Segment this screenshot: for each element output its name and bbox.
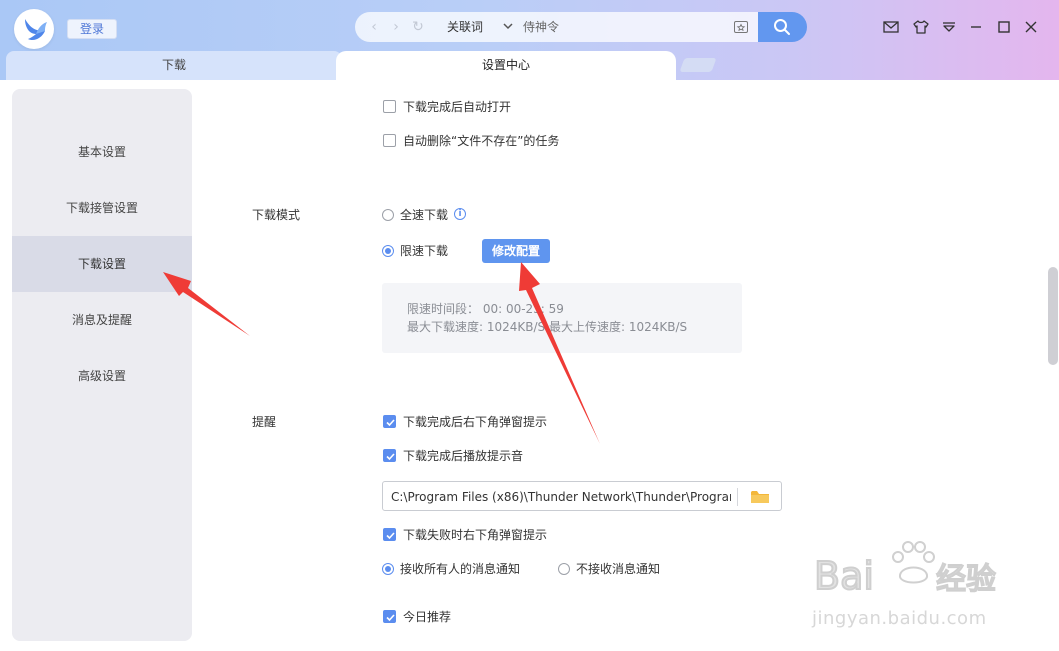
auto-delete-label: 自动删除“文件不存在”的任务 [403, 134, 560, 148]
path-divider [737, 488, 738, 506]
modify-config-button[interactable]: 修改配置 [482, 239, 550, 263]
full-speed-radio[interactable] [382, 209, 394, 221]
tab-download[interactable]: 下载 [6, 51, 342, 80]
svg-text:经验: 经验 [936, 562, 996, 597]
limit-speed-label: 限速下载 [400, 244, 449, 258]
receive-all-radio[interactable] [382, 563, 394, 575]
watermark-url: jingyan.baidu.com [812, 608, 987, 629]
remind-section-label: 提醒 [252, 415, 277, 429]
popup-complete-option[interactable]: 下载完成后右下角弹窗提示 [383, 414, 583, 430]
limit-speed-radio[interactable] [382, 245, 394, 257]
sound-path-input[interactable]: C:\Program Files (x86)\Thunder Network\T… [391, 489, 731, 505]
mode-section-label: 下载模式 [252, 208, 301, 222]
baidu-logo-icon: Bai 经验 [813, 541, 997, 599]
search-input[interactable]: 侍神令 [523, 19, 559, 35]
app-logo [14, 9, 54, 49]
search-button[interactable] [758, 12, 807, 42]
maximize-icon[interactable] [995, 18, 1013, 36]
popup-fail-option[interactable]: 下载失败时右下角弹窗提示 [383, 527, 583, 543]
sidebar-item-basic[interactable]: 基本设置 [12, 124, 192, 180]
sound-complete-label: 下载完成后播放提示音 [403, 449, 524, 463]
info-icon[interactable]: i [454, 208, 466, 220]
limit-speed-option[interactable]: 限速下载 [382, 243, 462, 259]
sidebar-item-takeover[interactable]: 下载接管设置 [12, 180, 192, 236]
popup-fail-checkbox[interactable] [383, 528, 396, 541]
daily-recommend-label: 今日推荐 [403, 610, 452, 624]
sidebar-item-messages[interactable]: 消息及提醒 [12, 292, 192, 348]
auto-delete-option[interactable]: 自动删除“文件不存在”的任务 [383, 133, 623, 149]
sound-complete-checkbox[interactable] [383, 449, 396, 462]
close-icon[interactable] [1022, 18, 1040, 36]
limit-speed-text: 最大下载速度: 1024KB/S 最大上传速度: 1024KB/S [407, 320, 688, 334]
address-bar: ‹ › ↻ 关联词 侍神令 [355, 12, 758, 42]
daily-recommend-checkbox[interactable] [383, 610, 396, 623]
receive-all-label: 接收所有人的消息通知 [400, 562, 521, 576]
receive-none-label: 不接收消息通知 [576, 562, 661, 576]
auto-open-label: 下载完成后自动打开 [403, 100, 512, 114]
full-speed-label: 全速下载 [400, 208, 449, 222]
sidebar-item-advanced[interactable]: 高级设置 [12, 348, 192, 404]
receive-all-option[interactable]: 接收所有人的消息通知 [382, 561, 532, 577]
chevron-down-icon[interactable] [501, 18, 515, 34]
svg-text:Bai: Bai [814, 554, 874, 598]
new-tab-button[interactable] [679, 58, 717, 72]
receive-none-radio[interactable] [558, 563, 570, 575]
daily-recommend-option[interactable]: 今日推荐 [383, 609, 503, 625]
back-icon[interactable]: ‹ [367, 19, 381, 35]
settings-sidebar: 基本设置 下载接管设置 下载设置 消息及提醒 高级设置 [12, 89, 192, 641]
sound-complete-option[interactable]: 下载完成后播放提示音 [383, 448, 583, 464]
bookmark-icon[interactable] [733, 19, 749, 35]
popup-fail-label: 下载失败时右下角弹窗提示 [403, 528, 548, 542]
popup-complete-label: 下载完成后右下角弹窗提示 [403, 415, 548, 429]
skin-icon[interactable] [912, 18, 930, 36]
login-button[interactable]: 登录 [67, 19, 117, 39]
folder-icon[interactable] [750, 489, 770, 505]
forward-icon[interactable]: › [389, 19, 403, 35]
auto-open-option[interactable]: 下载完成后自动打开 [383, 99, 583, 115]
sidebar-item-download[interactable]: 下载设置 [12, 236, 192, 292]
title-bar: 登录 ‹ › ↻ 关联词 侍神令 下载 设置中心 [0, 0, 1059, 80]
menu-icon[interactable] [940, 18, 958, 36]
speed-limit-summary: 限速时间段： 00: 00-23: 59 最大下载速度: 1024KB/S 最大… [382, 283, 742, 353]
tab-settings[interactable]: 设置中心 [336, 51, 676, 80]
limit-period-text: 限速时间段： 00: 00-23: 59 [407, 302, 564, 316]
popup-complete-checkbox[interactable] [383, 415, 396, 428]
baidu-watermark: Bai 经验 jingyan.baidu.com [812, 535, 1012, 630]
minimize-icon[interactable] [967, 18, 985, 36]
receive-none-option[interactable]: 不接收消息通知 [558, 561, 678, 577]
mail-icon[interactable] [882, 18, 900, 36]
full-speed-option[interactable]: 全速下载 [382, 207, 462, 223]
auto-open-checkbox[interactable] [383, 100, 396, 113]
sound-path-field[interactable]: C:\Program Files (x86)\Thunder Network\T… [382, 481, 782, 511]
scrollbar-thumb[interactable] [1048, 267, 1058, 365]
keyword-label[interactable]: 关联词 [447, 19, 483, 35]
search-icon [774, 19, 790, 35]
auto-delete-checkbox[interactable] [383, 134, 396, 147]
refresh-icon[interactable]: ↻ [411, 19, 425, 35]
